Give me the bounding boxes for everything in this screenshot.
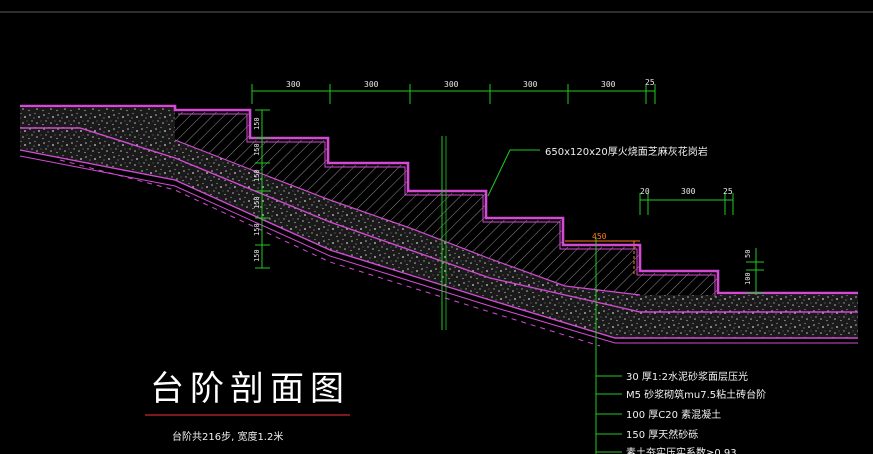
drawing-title: 台阶剖面图 xyxy=(150,369,350,409)
left-dim-4: 150 xyxy=(253,196,261,209)
layer-note-4: 150 厚天然砂砾 xyxy=(626,428,698,441)
top-dim-5: 300 xyxy=(601,80,616,89)
small-dimension-chain xyxy=(639,193,734,215)
layer-note-5: 素土夯实压实系数≥0.93 xyxy=(626,446,737,454)
top-dim-6: 25 xyxy=(645,78,655,87)
top-dim-1: 300 xyxy=(286,80,301,89)
top-dim-4: 300 xyxy=(523,80,538,89)
small-dim-1: 20 xyxy=(640,187,650,196)
layer-note-3: 100 厚C20 素混凝土 xyxy=(626,408,721,421)
slab-note: 650x120x20厚火烧面芝麻灰花岗岩 xyxy=(545,145,708,158)
layer-note-2: M5 砂浆砌筑mu7.5粘土砖台阶 xyxy=(626,388,766,401)
left-dim-6: 150 xyxy=(253,249,261,262)
left-dim-5: 150 xyxy=(253,223,261,236)
left-dim-3: 150 xyxy=(253,169,261,182)
right-dim-1: 50 xyxy=(744,250,752,258)
layer-ticks xyxy=(596,375,622,453)
left-dim-2: 150 xyxy=(253,143,261,156)
right-dim-2: 100 xyxy=(744,272,752,285)
small-dim-2: 300 xyxy=(681,187,696,196)
drawing-subtitle: 台阶共216步, 宽度1.2米 xyxy=(172,430,283,443)
layer-note-1: 30 厚1:2水泥砂浆面层压光 xyxy=(626,370,748,383)
orange-dim-label: 450 xyxy=(592,232,607,241)
small-dim-3: 25 xyxy=(723,187,733,196)
left-dim-1: 150 xyxy=(253,117,261,130)
slab-leader xyxy=(487,149,540,197)
top-dim-3: 300 xyxy=(444,80,459,89)
cad-section-drawing: 300 300 300 300 300 25 150 150 150 150 1… xyxy=(0,11,873,454)
top-dim-2: 300 xyxy=(364,80,379,89)
